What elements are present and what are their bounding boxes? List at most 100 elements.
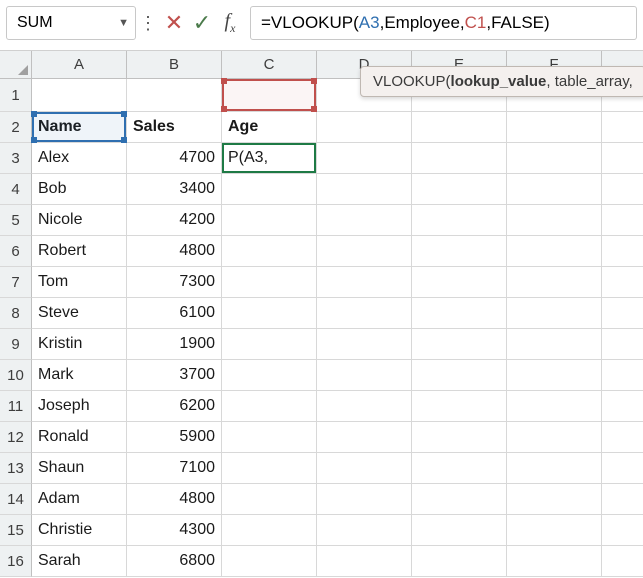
cell[interactable]: 7100: [127, 453, 222, 484]
cell[interactable]: 3400: [127, 174, 222, 205]
cell[interactable]: 5900: [127, 422, 222, 453]
cell[interactable]: [127, 79, 222, 112]
cell[interactable]: Mark: [32, 360, 127, 391]
column-header[interactable]: A: [32, 51, 127, 79]
cell[interactable]: [32, 79, 127, 112]
cell[interactable]: [222, 360, 317, 391]
cell[interactable]: [507, 329, 602, 360]
chevron-down-icon[interactable]: ▼: [118, 17, 129, 29]
cell[interactable]: [507, 515, 602, 546]
row-header[interactable]: 7: [0, 267, 32, 298]
column-header[interactable]: C: [222, 51, 317, 79]
column-header[interactable]: B: [127, 51, 222, 79]
cell[interactable]: [222, 515, 317, 546]
cell[interactable]: Steve: [32, 298, 127, 329]
name-box[interactable]: SUM ▼: [6, 6, 136, 40]
row-header[interactable]: 4: [0, 174, 32, 205]
row-header[interactable]: 1: [0, 79, 32, 112]
cell[interactable]: 6200: [127, 391, 222, 422]
cell[interactable]: [602, 329, 643, 360]
confirm-icon[interactable]: ✓: [188, 9, 216, 37]
cell[interactable]: [412, 112, 507, 143]
cell[interactable]: [412, 298, 507, 329]
cell[interactable]: [602, 112, 643, 143]
cell-header-name[interactable]: Name: [32, 112, 127, 143]
cell[interactable]: [412, 546, 507, 577]
cell[interactable]: [412, 174, 507, 205]
cell[interactable]: [602, 205, 643, 236]
cell[interactable]: [317, 484, 412, 515]
cell[interactable]: [602, 174, 643, 205]
cell[interactable]: [507, 205, 602, 236]
cell[interactable]: [412, 484, 507, 515]
cell[interactable]: [602, 143, 643, 174]
cell[interactable]: [412, 143, 507, 174]
cell[interactable]: [222, 453, 317, 484]
row-header[interactable]: 11: [0, 391, 32, 422]
cell-editing[interactable]: P(A3,: [222, 143, 317, 174]
cell[interactable]: [412, 236, 507, 267]
cell[interactable]: [412, 267, 507, 298]
formula-input[interactable]: =VLOOKUP(A3,Employee,C1,FALSE): [250, 6, 637, 40]
row-header[interactable]: 15: [0, 515, 32, 546]
cell[interactable]: [317, 329, 412, 360]
cell[interactable]: 6800: [127, 546, 222, 577]
cell[interactable]: Bob: [32, 174, 127, 205]
cell[interactable]: [222, 391, 317, 422]
cell[interactable]: [507, 453, 602, 484]
cell[interactable]: [507, 267, 602, 298]
more-icon[interactable]: ⋮: [136, 14, 160, 32]
row-header[interactable]: 9: [0, 329, 32, 360]
cell[interactable]: [602, 546, 643, 577]
row-header[interactable]: 5: [0, 205, 32, 236]
cell[interactable]: Christie: [32, 515, 127, 546]
cell[interactable]: [412, 422, 507, 453]
cell[interactable]: [507, 236, 602, 267]
cancel-icon[interactable]: ✕: [160, 9, 188, 37]
cell[interactable]: [412, 329, 507, 360]
cell[interactable]: 4200: [127, 205, 222, 236]
cell[interactable]: [602, 298, 643, 329]
cell[interactable]: 4800: [127, 236, 222, 267]
cell[interactable]: [222, 205, 317, 236]
cell[interactable]: 4700: [127, 143, 222, 174]
cell[interactable]: [507, 174, 602, 205]
cell[interactable]: Robert: [32, 236, 127, 267]
row-header[interactable]: 12: [0, 422, 32, 453]
row-header[interactable]: 6: [0, 236, 32, 267]
cell[interactable]: [507, 112, 602, 143]
cell[interactable]: 4300: [127, 515, 222, 546]
cell[interactable]: 4800: [127, 484, 222, 515]
cell[interactable]: [412, 453, 507, 484]
cell[interactable]: [507, 143, 602, 174]
cell[interactable]: [317, 453, 412, 484]
cell[interactable]: [507, 422, 602, 453]
row-header[interactable]: 14: [0, 484, 32, 515]
cell[interactable]: Tom: [32, 267, 127, 298]
cell[interactable]: [222, 79, 317, 112]
cell[interactable]: [507, 484, 602, 515]
cell[interactable]: Kristin: [32, 329, 127, 360]
cell[interactable]: 3700: [127, 360, 222, 391]
select-all-corner[interactable]: [0, 51, 32, 79]
cell[interactable]: [317, 422, 412, 453]
cell[interactable]: [507, 546, 602, 577]
cell[interactable]: Nicole: [32, 205, 127, 236]
cell[interactable]: [222, 546, 317, 577]
cell[interactable]: [317, 112, 412, 143]
cell[interactable]: [602, 360, 643, 391]
cell[interactable]: [317, 205, 412, 236]
cell[interactable]: [412, 205, 507, 236]
cell[interactable]: [602, 236, 643, 267]
cell[interactable]: [222, 174, 317, 205]
cell[interactable]: [317, 174, 412, 205]
cell[interactable]: [602, 515, 643, 546]
cell[interactable]: [317, 360, 412, 391]
cell[interactable]: [222, 484, 317, 515]
cell[interactable]: [602, 453, 643, 484]
fx-icon[interactable]: fx: [216, 9, 244, 37]
cell[interactable]: 6100: [127, 298, 222, 329]
cell[interactable]: [222, 298, 317, 329]
cell[interactable]: [317, 515, 412, 546]
cell[interactable]: [507, 298, 602, 329]
